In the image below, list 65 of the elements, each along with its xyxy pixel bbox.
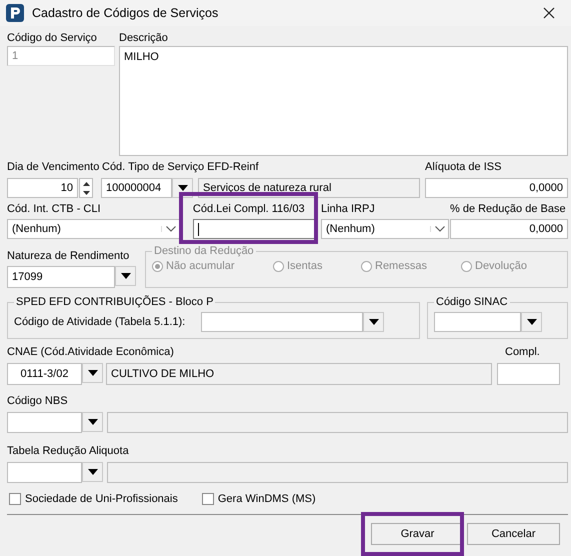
text-cursor: [198, 222, 199, 236]
triangle-down-icon: [82, 190, 90, 194]
field-label: Alíquota de ISS: [425, 161, 502, 173]
dialog-button[interactable]: Cancelar: [467, 523, 560, 545]
activity-code-field[interactable]: [201, 312, 363, 332]
dropdown-button[interactable]: [115, 266, 136, 286]
radio-label: Devolução: [475, 260, 527, 272]
sinac-code-field[interactable]: [434, 312, 521, 332]
triangle-down-icon: [88, 419, 98, 425]
spin-buttons[interactable]: [79, 178, 93, 198]
triangle-down-icon: [88, 370, 98, 376]
field-label: Código NBS: [7, 395, 68, 407]
group-title: SPED EFD CONTRIBUIÇÕES - Bloco P: [15, 296, 214, 308]
triangle-up-icon: [82, 182, 90, 186]
field-label: Dia de Vencimento: [7, 161, 100, 173]
field-label: % de Redução de Base: [450, 202, 567, 217]
lc116-code-field[interactable]: [192, 219, 316, 239]
base-reduction-field[interactable]: 0,0000: [450, 219, 568, 239]
dropdown-button[interactable]: [82, 363, 103, 383]
complement-field[interactable]: [497, 363, 560, 385]
dropdown-button[interactable]: [82, 412, 103, 432]
field-label: Natureza de Rendimento: [7, 249, 130, 264]
chevron-down-icon[interactable]: [430, 226, 445, 232]
group-title: Destino da Redução: [153, 245, 255, 257]
description-field[interactable]: MILHO: [119, 46, 568, 156]
radio-label: Não acumular: [166, 260, 234, 272]
dropdown-button[interactable]: [363, 312, 384, 332]
chevron-down-icon[interactable]: [161, 226, 176, 232]
checkbox-option[interactable]: Sociedade de Uni-Profissionais: [9, 493, 178, 505]
checkbox[interactable]: [9, 493, 21, 505]
dropdown-button[interactable]: [82, 462, 103, 482]
cnae-code-field[interactable]: 0111-3/02: [7, 363, 82, 385]
field-label: Código do Serviço: [7, 32, 98, 44]
triangle-down-icon: [88, 469, 98, 475]
field-label: Compl.: [505, 346, 540, 358]
income-nature-field[interactable]: 17099: [7, 266, 115, 288]
field-label: Cód. Tipo de Serviço EFD-Reinf: [102, 161, 260, 173]
group-title: Código SINAC: [435, 296, 509, 308]
triangle-down-icon: [120, 273, 130, 279]
reduction-table-field[interactable]: [7, 462, 82, 483]
checkbox-option[interactable]: Gera WinDMS (MS): [202, 493, 316, 505]
cnae-description: CULTIVO DE MILHO: [106, 363, 492, 385]
field-label: Descrição: [119, 32, 168, 44]
field-label: Linha IRPJ: [320, 202, 376, 217]
triangle-down-icon: [526, 319, 536, 325]
radio-label: Remessas: [375, 260, 427, 272]
irpj-line-dropdown[interactable]: (Nenhum): [320, 219, 449, 239]
checkbox[interactable]: [202, 493, 214, 505]
triangle-down-icon: [368, 319, 378, 325]
field-label: Código de Atividade (Tabela 5.1.1):: [14, 316, 186, 328]
close-icon[interactable]: [543, 7, 555, 19]
service-type-field[interactable]: 100000004: [101, 178, 172, 198]
app-logo-icon: [6, 4, 24, 22]
due-day-field[interactable]: 10: [7, 178, 78, 198]
triangle-down-icon: [178, 185, 188, 191]
nbs-code-field[interactable]: [7, 412, 82, 433]
radio-label: Isentas: [287, 260, 322, 272]
ctb-code-dropdown[interactable]: (Nenhum): [7, 219, 180, 239]
field-label: Cód.Lei Compl. 116/03: [192, 202, 306, 217]
field-label: Tabela Redução Aliquota: [7, 445, 129, 457]
window-title: Cadastro de Códigos de Serviços: [32, 6, 220, 20]
iss-rate-field[interactable]: 0,0000: [425, 178, 568, 198]
field-label: Cód. Int. CTB - CLI: [7, 202, 102, 217]
field-label: CNAE (Cód.Atividade Econômica): [7, 346, 175, 358]
dropdown-button[interactable]: [521, 312, 542, 332]
